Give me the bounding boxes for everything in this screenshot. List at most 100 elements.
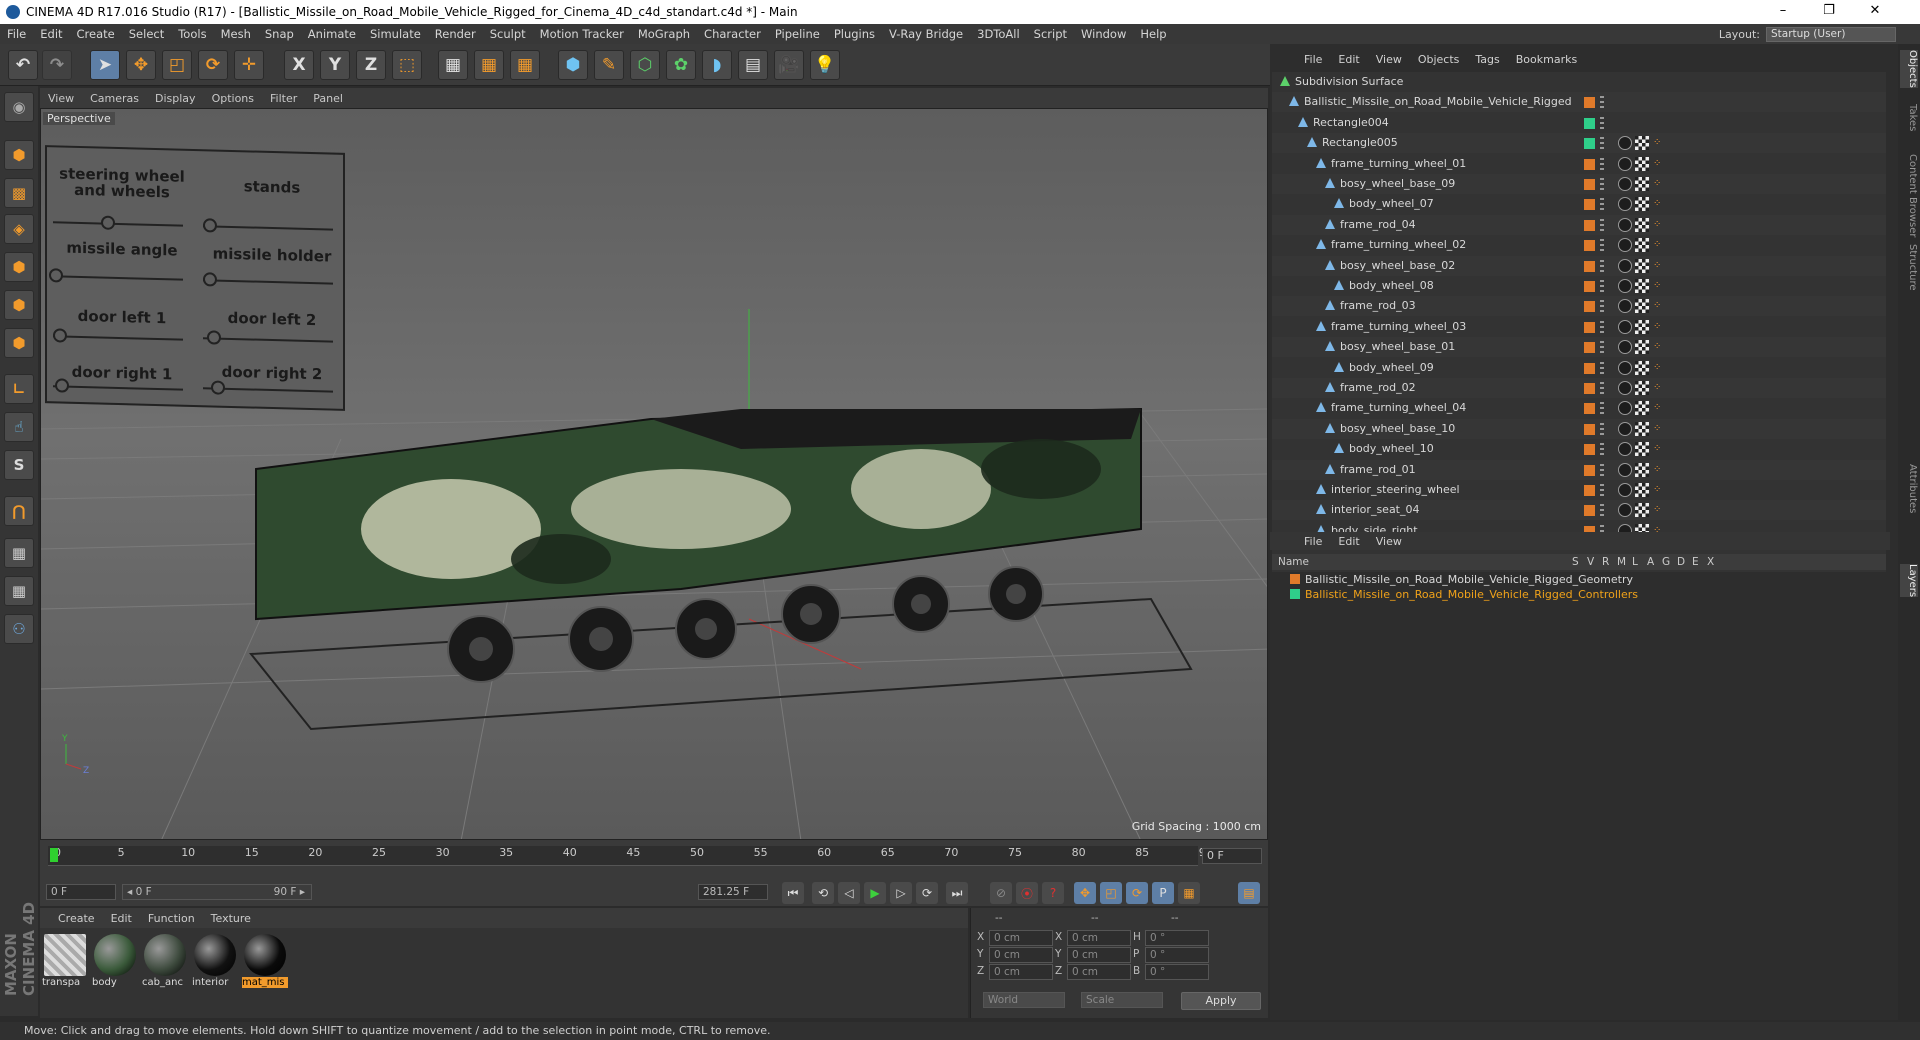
- texture-tag-icon[interactable]: [1635, 442, 1649, 457]
- cloner-icon[interactable]: ✿: [666, 50, 696, 80]
- texture-tag-icon[interactable]: [1635, 319, 1649, 334]
- object-menu-objects[interactable]: Objects: [1410, 53, 1468, 66]
- material-tag-icon[interactable]: [1618, 401, 1632, 416]
- frame-range-slider[interactable]: ◂ 0 F 90 F ▸: [122, 884, 312, 900]
- visibility-dots[interactable]: [1600, 463, 1604, 476]
- material-tag-icon[interactable]: [1618, 340, 1632, 355]
- maximize-button[interactable]: ❐: [1806, 0, 1852, 24]
- material-tag-icon[interactable]: [1618, 483, 1632, 497]
- rotate-icon[interactable]: ⟳: [198, 50, 228, 80]
- deformer-icon[interactable]: ◗: [702, 50, 732, 80]
- layer-color-flag[interactable]: [1584, 138, 1595, 150]
- material-tag-icon[interactable]: [1618, 442, 1632, 457]
- rig-tag-icon[interactable]: ⁘: [1653, 281, 1665, 291]
- texture-tag-icon[interactable]: [1635, 360, 1649, 375]
- visibility-dots[interactable]: [1600, 484, 1604, 496]
- coord-value-field[interactable]: 0 cm: [1067, 964, 1131, 980]
- play-icon[interactable]: ▶: [864, 882, 886, 904]
- visibility-dots[interactable]: [1600, 320, 1604, 333]
- layout-dropdown[interactable]: Startup (User): [1766, 26, 1896, 42]
- texture-tag-icon[interactable]: [1635, 217, 1649, 232]
- slider-knob[interactable]: [55, 378, 69, 393]
- slider-knob[interactable]: [49, 268, 63, 283]
- polygons-mode-icon[interactable]: ⬢: [4, 328, 34, 358]
- material-tag-icon[interactable]: [1618, 299, 1632, 314]
- visibility-dots[interactable]: [1600, 443, 1604, 456]
- object-row[interactable]: body_wheel_08 ⁘: [1272, 276, 1886, 296]
- coord-value-field[interactable]: 0 cm: [1067, 947, 1131, 963]
- spline-pen-icon[interactable]: ✎: [594, 50, 624, 80]
- object-row[interactable]: bosy_wheel_base_10 ⁘: [1272, 418, 1886, 439]
- slider-knob[interactable]: [211, 380, 225, 395]
- material-swatch[interactable]: transpa: [42, 932, 88, 998]
- snap-icon[interactable]: S: [4, 450, 34, 480]
- layer-color-flag[interactable]: [1584, 199, 1595, 211]
- prev-key-icon[interactable]: ⟲: [812, 882, 834, 904]
- x-axis-icon[interactable]: X: [284, 50, 314, 80]
- layer-color-flag[interactable]: [1584, 97, 1595, 109]
- material-swatch[interactable]: body: [92, 932, 138, 998]
- visibility-dots[interactable]: [1600, 96, 1604, 109]
- light-icon[interactable]: 💡: [810, 50, 840, 80]
- visibility-dots[interactable]: [1600, 239, 1604, 252]
- move-icon[interactable]: ✥: [126, 50, 156, 80]
- layer-color-flag[interactable]: [1584, 240, 1595, 252]
- viewport-menu-filter[interactable]: Filter: [262, 92, 305, 105]
- parameter-key-icon[interactable]: P: [1152, 882, 1174, 904]
- timeline-end-field[interactable]: 0 F: [1202, 848, 1262, 864]
- y-axis-icon[interactable]: Y: [320, 50, 350, 80]
- texture-tag-icon[interactable]: [1635, 421, 1649, 436]
- object-row[interactable]: frame_rod_03 ⁘: [1272, 296, 1886, 317]
- menu-item-window[interactable]: Window: [1074, 27, 1133, 41]
- floor-icon[interactable]: ▤: [738, 50, 768, 80]
- visibility-dots[interactable]: [1600, 198, 1604, 211]
- texture-mode-icon[interactable]: ▩: [4, 178, 34, 208]
- object-menu-bookmarks[interactable]: Bookmarks: [1508, 53, 1585, 66]
- rig-tag-icon[interactable]: ⁘: [1653, 342, 1665, 352]
- object-row[interactable]: interior_steering_wheel ⁘: [1272, 480, 1886, 500]
- coord-value-field[interactable]: 0 cm: [989, 947, 1053, 963]
- visibility-dots[interactable]: [1600, 402, 1604, 415]
- texture-tag-icon[interactable]: [1635, 299, 1649, 314]
- visibility-dots[interactable]: [1600, 178, 1604, 190]
- coord-scale-dropdown[interactable]: Scale: [1081, 992, 1163, 1008]
- layer-color-swatch[interactable]: [1290, 574, 1300, 584]
- texture-tag-icon[interactable]: [1635, 197, 1649, 212]
- material-swatch[interactable]: cab_anc: [142, 932, 188, 998]
- undo-icon[interactable]: ↶: [8, 50, 38, 80]
- menu-item-3dtoall[interactable]: 3DToAll: [970, 27, 1027, 41]
- menu-item-create[interactable]: Create: [70, 27, 122, 41]
- render-view-icon[interactable]: ▦: [438, 50, 468, 80]
- keyframe-selection-icon[interactable]: ?: [1042, 882, 1064, 904]
- rig-tag-icon[interactable]: ⁘: [1653, 403, 1665, 413]
- menu-item-simulate[interactable]: Simulate: [363, 27, 428, 41]
- side-tab-attributes[interactable]: Attributes: [1900, 464, 1918, 513]
- points-mode-icon[interactable]: ⬢: [4, 252, 34, 282]
- object-row[interactable]: frame_rod_04 ⁘: [1272, 214, 1886, 235]
- visibility-dots[interactable]: [1600, 300, 1604, 313]
- layer-color-flag[interactable]: [1584, 117, 1595, 129]
- rig-tag-icon[interactable]: ⁘: [1653, 138, 1665, 148]
- menu-item-mograph[interactable]: MoGraph: [631, 27, 697, 41]
- menu-item-file[interactable]: File: [0, 27, 33, 41]
- layer-color-flag[interactable]: [1584, 260, 1595, 272]
- rotation-key-icon[interactable]: ⟳: [1126, 882, 1148, 904]
- subdivision-icon[interactable]: ⬡: [630, 50, 660, 80]
- texture-tag-icon[interactable]: [1635, 401, 1649, 416]
- material-tag-icon[interactable]: [1618, 462, 1632, 477]
- menu-item-plugins[interactable]: Plugins: [827, 27, 882, 41]
- layer-color-flag[interactable]: [1584, 321, 1595, 333]
- texture-tag-icon[interactable]: [1635, 238, 1649, 253]
- texture-tag-icon[interactable]: [1635, 136, 1649, 151]
- rig-tag-icon[interactable]: ⁘: [1653, 179, 1665, 189]
- texture-tag-icon[interactable]: [1635, 156, 1649, 171]
- object-row[interactable]: frame_turning_wheel_01 ⁘: [1272, 154, 1886, 174]
- rig-tag-icon[interactable]: ⁘: [1653, 423, 1665, 434]
- object-row[interactable]: frame_turning_wheel_02 ⁘: [1272, 235, 1886, 255]
- layer-color-flag[interactable]: [1584, 383, 1595, 394]
- visibility-dots[interactable]: [1600, 218, 1604, 231]
- coord-value-field[interactable]: 0 °: [1145, 947, 1209, 963]
- record-keys-icon[interactable]: ⊘: [990, 882, 1012, 904]
- material-tag-icon[interactable]: [1618, 177, 1632, 191]
- coord-system-dropdown[interactable]: World: [983, 992, 1065, 1008]
